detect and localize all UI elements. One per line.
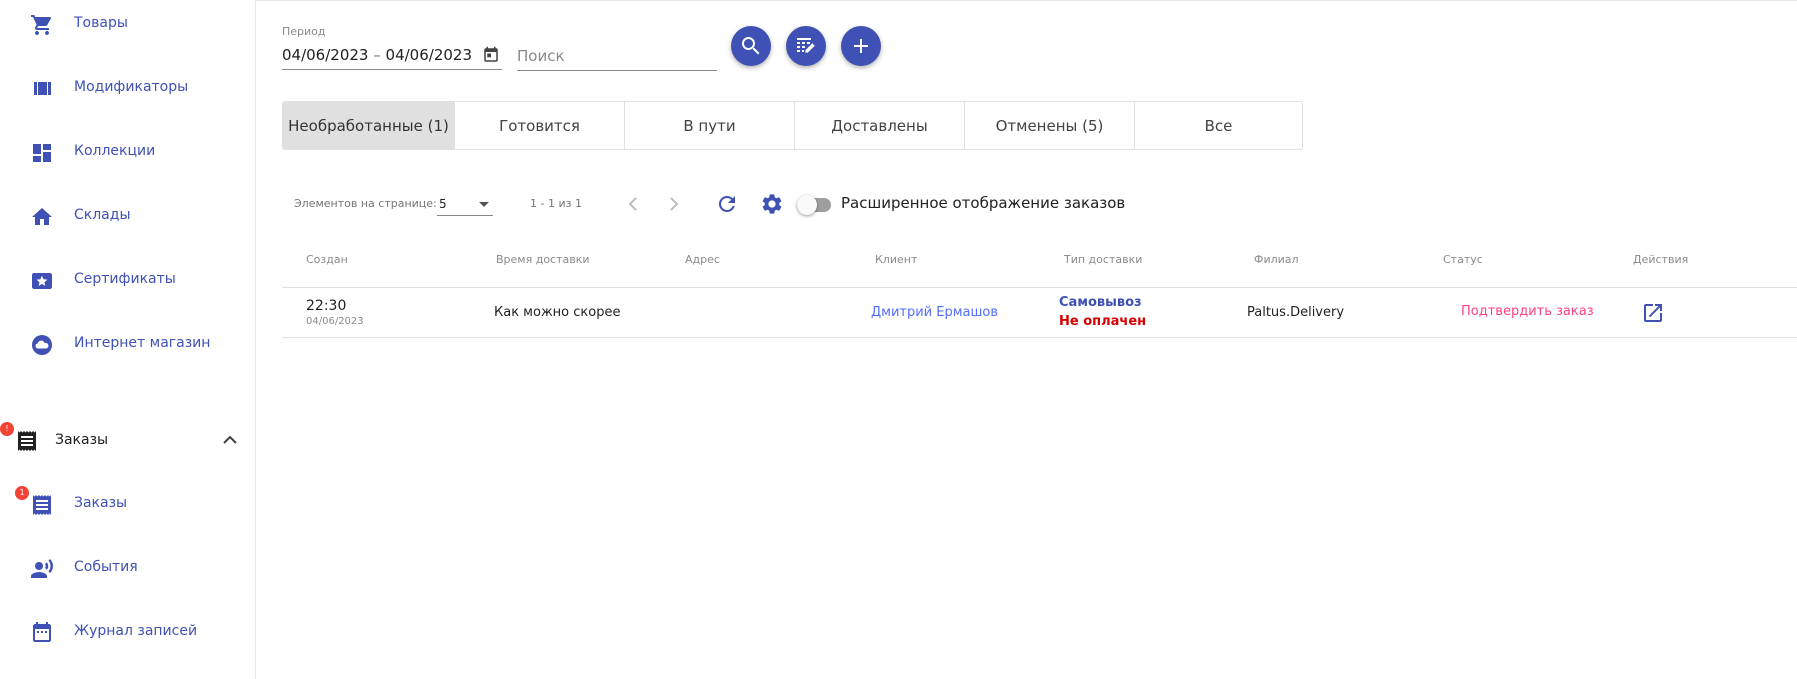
search-icon — [742, 37, 760, 55]
tab-cooking[interactable]: Готовится — [455, 102, 625, 149]
gear-icon[interactable] — [760, 192, 784, 216]
table-header-divider — [282, 287, 1797, 288]
edit-table-button[interactable] — [786, 26, 826, 66]
record-voice-icon — [31, 559, 53, 578]
notification-badge: 1 — [15, 486, 29, 500]
search-field[interactable] — [517, 38, 717, 71]
extended-view-label: Расширенное отображение заказов — [841, 194, 1126, 212]
cloud-icon — [32, 335, 52, 355]
tab-delivered[interactable]: Доставлены — [795, 102, 965, 149]
tab-cancelled[interactable]: Отменены (5) — [965, 102, 1135, 149]
confirm-order-button[interactable]: Подтвердить заказ — [1461, 304, 1594, 319]
client-link[interactable]: Дмитрий Ермашов — [871, 305, 998, 320]
sidebar-item-events[interactable]: События — [0, 548, 255, 588]
items-per-page-select[interactable]: 5 — [437, 192, 493, 216]
tab-in-transit[interactable]: В пути — [625, 102, 795, 149]
items-per-page-value: 5 — [439, 197, 447, 211]
branch: Paltus.Delivery — [1247, 305, 1345, 320]
toggle-thumb — [797, 195, 817, 215]
extended-view-toggle[interactable] — [797, 195, 833, 215]
created-date: 04/06/2023 — [306, 316, 364, 327]
status-tabs: Необработанные (1) Готовится В пути Дост… — [282, 101, 1303, 150]
sidebar-item-warehouses[interactable]: Склады — [0, 196, 255, 236]
date-range-field[interactable]: 04/06/2023 – 04/06/2023 — [282, 38, 502, 70]
delivery-type: Самовывоз — [1059, 295, 1142, 310]
search-button[interactable] — [731, 26, 771, 66]
chevron-up-icon[interactable] — [218, 428, 242, 452]
view-array-icon — [34, 82, 51, 95]
sidebar-item-label: Коллекции — [74, 143, 156, 159]
column-header-delivery-time[interactable]: Время доставки — [496, 253, 590, 266]
calendar-icon — [33, 622, 51, 642]
sidebar: Товары Модификаторы Коллекции Склады Сер… — [0, 0, 256, 679]
search-input[interactable] — [517, 44, 713, 68]
receipt-icon — [18, 431, 36, 451]
table-row-divider — [282, 337, 1797, 338]
tab-all[interactable]: Все — [1135, 102, 1302, 149]
delivery-time: Как можно скорее — [494, 305, 621, 320]
payment-status: Не оплачен — [1059, 314, 1147, 329]
sidebar-item-label: Товары — [74, 15, 128, 31]
date-range-value: 04/06/2023 – 04/06/2023 — [282, 46, 472, 64]
sidebar-item-label: Модификаторы — [74, 79, 189, 95]
sidebar-item-online-store[interactable]: Интернет магазин — [0, 324, 255, 364]
home-icon — [32, 208, 52, 225]
cart-icon — [31, 15, 52, 35]
top-border — [0, 0, 1797, 1]
sidebar-item-modifiers[interactable]: Модификаторы — [0, 68, 255, 108]
calendar-icon[interactable] — [482, 46, 500, 64]
column-header-created[interactable]: Создан — [306, 253, 348, 266]
dashboard-icon — [33, 144, 51, 162]
sidebar-item-label: Интернет магазин — [74, 335, 211, 351]
add-button[interactable] — [841, 26, 881, 66]
items-per-page-label: Элементов на странице: — [294, 197, 437, 210]
plus-icon — [854, 39, 868, 53]
column-header-status[interactable]: Статус — [1443, 253, 1483, 266]
refresh-icon[interactable] — [715, 192, 739, 216]
period-label: Период — [282, 25, 326, 38]
sidebar-item-certificates[interactable]: Сертификаты — [0, 260, 255, 300]
sidebar-item-label: Заказы — [74, 495, 128, 511]
open-in-new-icon[interactable] — [1641, 301, 1665, 325]
chevron-right-icon[interactable] — [662, 192, 686, 216]
tab-unprocessed[interactable]: Необработанные (1) — [283, 102, 455, 149]
column-header-branch[interactable]: Филиал — [1254, 253, 1299, 266]
column-header-actions: Действия — [1633, 253, 1689, 266]
sidebar-group-orders[interactable]: ! Заказы — [0, 420, 255, 460]
sidebar-item-label: События — [74, 559, 138, 575]
chevron-left-icon[interactable] — [621, 192, 645, 216]
page-range-label: 1 - 1 из 1 — [530, 197, 582, 210]
column-header-client[interactable]: Клиент — [875, 253, 917, 266]
sidebar-item-label: Сертификаты — [74, 271, 176, 287]
notification-badge: ! — [0, 422, 14, 436]
created-time: 22:30 — [306, 298, 347, 314]
sidebar-item-orders[interactable]: 1 Заказы — [0, 484, 255, 524]
sidebar-item-log[interactable]: Журнал записей — [0, 612, 255, 652]
receipt-icon — [33, 495, 51, 515]
sidebar-item-label: Журнал записей — [74, 623, 198, 639]
sidebar-item-label: Склады — [74, 207, 131, 223]
card-star-icon — [32, 273, 52, 289]
edit-table-icon — [797, 38, 815, 53]
sidebar-item-collections[interactable]: Коллекции — [0, 132, 255, 172]
sidebar-item-products[interactable]: Товары — [0, 4, 255, 44]
dropdown-arrow-icon — [479, 202, 489, 207]
sidebar-group-label: Заказы — [55, 432, 109, 448]
column-header-delivery-type[interactable]: Тип доставки — [1064, 253, 1142, 266]
column-header-address[interactable]: Адрес — [685, 253, 720, 266]
